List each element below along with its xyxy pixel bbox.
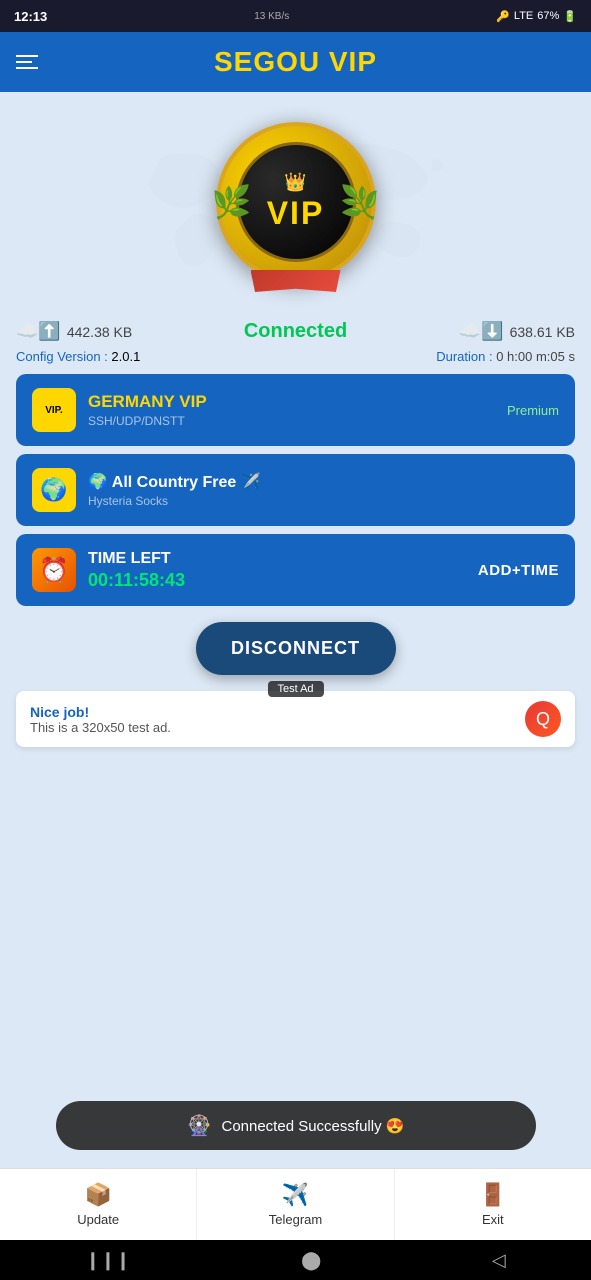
server-icon-2: 🌍 [32,468,76,512]
menu-line-3 [16,67,38,69]
vip-coin: 🌿 🌿 👑 VIP [216,122,376,282]
server-info-1: GERMANY VIP SSH/UDP/DNSTT [88,392,207,428]
toast-icon: 🎡 [187,1113,212,1138]
status-bar: 12:13 13 KB/s 🔑 LTE 67% 🔋 [0,0,591,32]
clock-icon: ⏰ [32,548,76,592]
telegram-label: Telegram [269,1212,322,1227]
add-time-button[interactable]: ADD+TIME [478,562,559,579]
android-home-btn[interactable]: ⬤ [301,1250,321,1271]
server-card-all-country[interactable]: 🌍 🌍 All Country Free ✈️ Hysteria Socks [16,454,575,526]
ad-text: This is a 320x50 test ad. [30,720,171,735]
android-back-btn[interactable]: ◁ [492,1250,506,1271]
telegram-icon: ✈️ [282,1182,309,1208]
exit-icon: 🚪 [479,1182,506,1208]
exit-label: Exit [482,1212,504,1227]
lte-label: LTE [514,10,533,22]
menu-button[interactable] [16,55,38,69]
disconnect-button[interactable]: DISCONNECT [196,622,396,675]
server-card-germany[interactable]: VIP. GERMANY VIP SSH/UDP/DNSTT Premium [16,374,575,446]
signal-icon: 🔑 [496,10,510,23]
server-info-2: 🌍 All Country Free ✈️ Hysteria Socks [88,472,261,508]
stats-row: ☁️⬆️ 442.38 KB Connected ☁️⬇️ 638.61 KB [16,312,575,347]
menu-line-1 [16,55,38,57]
server-name-1: GERMANY VIP [88,392,207,412]
toast-message: Connected Successfully 😍 [221,1117,404,1135]
crown-icon: 👑 [284,172,306,193]
vip-inner: 👑 VIP [236,142,356,262]
time-info: TIME LEFT 00:11:58:43 [88,550,185,591]
menu-line-2 [16,61,32,63]
status-time: 12:13 [14,9,47,24]
nav-telegram[interactable]: ✈️ Telegram [197,1169,394,1240]
time-label: TIME LEFT [88,550,185,568]
android-recent-btn[interactable]: ❙❙❙ [85,1250,130,1271]
config-version: Config Version : 2.0.1 [16,349,140,364]
upload-value: 442.38 KB [67,324,132,340]
ad-content: Nice job! This is a 320x50 test ad. [30,704,171,735]
nav-update[interactable]: 📦 Update [0,1169,197,1240]
server-name-2: 🌍 All Country Free ✈️ [88,472,261,492]
status-speed: 13 KB/s [254,11,289,22]
duration: Duration : 0 h:00 m:05 s [436,349,575,364]
server-protocol-2: Hysteria Socks [88,494,261,508]
main-content: 🌿 🌿 👑 VIP ☁️⬆️ 442.38 KB Connected ☁️⬇️ … [0,92,591,783]
connection-status: Connected [244,320,347,343]
app-header: SEGOU VIP [0,32,591,92]
upload-stat: ☁️⬆️ 442.38 KB [16,321,132,342]
update-label: Update [77,1212,119,1227]
update-icon: 📦 [84,1182,111,1208]
battery-label: 67% [537,10,559,22]
bottom-nav: 📦 Update ✈️ Telegram 🚪 Exit [0,1168,591,1240]
upload-icon: ☁️⬆️ [16,321,61,342]
server-card-left-1: VIP. GERMANY VIP SSH/UDP/DNSTT [32,388,207,432]
ad-banner: Test Ad Nice job! This is a 320x50 test … [16,691,575,747]
ad-nice: Nice job! [30,704,171,720]
status-right: 🔑 LTE 67% 🔋 [496,10,577,23]
time-value: 00:11:58:43 [88,570,185,591]
toast-notification: 🎡 Connected Successfully 😍 [56,1101,536,1150]
ad-label: Test Ad [267,681,323,697]
config-row: Config Version : 2.0.1 Duration : 0 h:00… [16,347,575,374]
server-card-left-2: 🌍 🌍 All Country Free ✈️ Hysteria Socks [32,468,261,512]
premium-badge: Premium [507,403,559,418]
vip-logo-section: 🌿 🌿 👑 VIP [16,92,575,312]
time-card[interactable]: ⏰ TIME LEFT 00:11:58:43 ADD+TIME [16,534,575,606]
app-title: SEGOU VIP [214,46,377,78]
download-value: 638.61 KB [510,324,575,340]
vip-badge: 🌿 🌿 👑 VIP [211,122,381,292]
battery-icon: 🔋 [563,10,577,23]
server-protocol-1: SSH/UDP/DNSTT [88,414,207,428]
vip-text: VIP [267,195,325,232]
server-vip-icon-1: VIP. [32,388,76,432]
time-left-section: ⏰ TIME LEFT 00:11:58:43 [32,548,185,592]
download-stat: ☁️⬇️ 638.61 KB [459,321,575,342]
android-nav-bar: ❙❙❙ ⬤ ◁ [0,1240,591,1280]
nav-exit[interactable]: 🚪 Exit [395,1169,591,1240]
download-icon: ☁️⬇️ [459,321,504,342]
ad-brand-icon: Q [525,701,561,737]
config-label: Config Version : [16,349,111,364]
